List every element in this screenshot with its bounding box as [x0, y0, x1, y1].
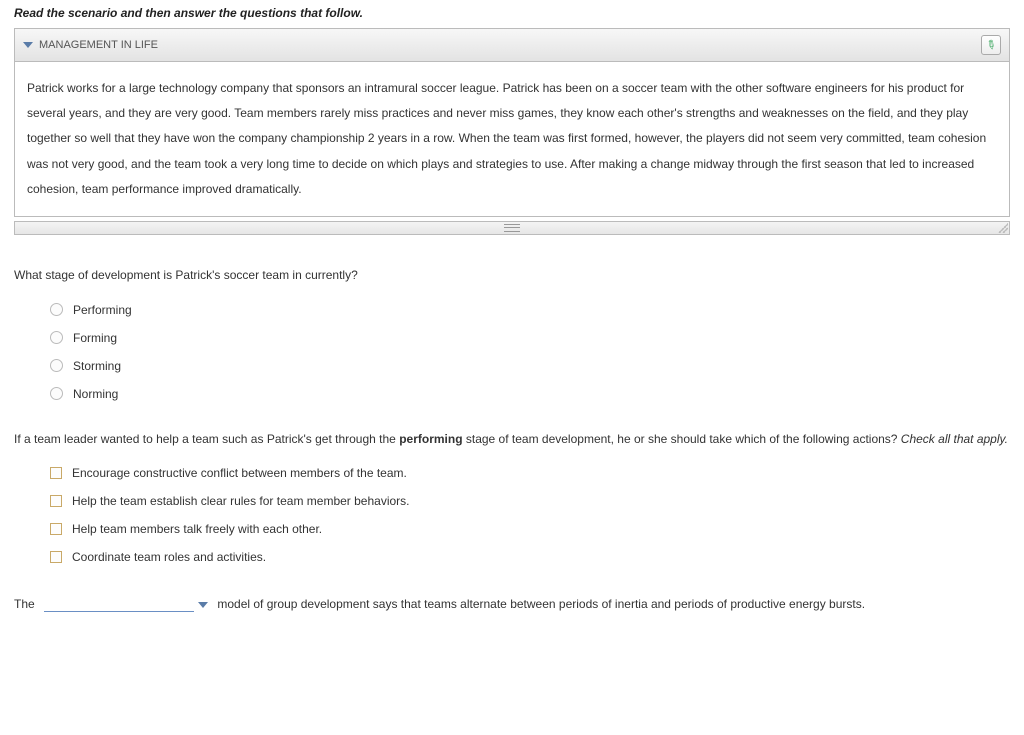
question-1: What stage of development is Patrick's s… — [14, 265, 1010, 401]
option-label: Storming — [73, 359, 121, 373]
resize-corner-icon — [998, 223, 1008, 233]
radio-input[interactable] — [50, 303, 63, 316]
drag-handle-icon — [504, 224, 520, 232]
option-label: Coordinate team roles and activities. — [72, 550, 266, 564]
panel-header[interactable]: MANAGEMENT IN LIFE ✎ — [15, 29, 1009, 62]
instructions-text: Read the scenario and then answer the qu… — [14, 0, 1010, 28]
radio-input[interactable] — [50, 387, 63, 400]
q2-option-0[interactable]: Encourage constructive conflict between … — [50, 466, 1010, 480]
dropdown-icon[interactable] — [198, 602, 208, 608]
question-2-text: If a team leader wanted to help a team s… — [14, 429, 1010, 451]
q1-option-performing[interactable]: Performing — [50, 303, 1010, 317]
q3-post: model of group development says that tea… — [217, 597, 865, 611]
blank-input[interactable] — [44, 598, 194, 612]
option-label: Encourage constructive conflict between … — [72, 466, 407, 480]
option-label: Norming — [73, 387, 118, 401]
question-2-options: Encourage constructive conflict between … — [14, 466, 1010, 564]
q1-option-forming[interactable]: Forming — [50, 331, 1010, 345]
q2-option-3[interactable]: Coordinate team roles and activities. — [50, 550, 1010, 564]
q3-pre: The — [14, 597, 38, 611]
question-1-options: Performing Forming Storming Norming — [14, 303, 1010, 401]
collapse-icon[interactable] — [23, 42, 33, 48]
scenario-panel: MANAGEMENT IN LIFE ✎ Patrick works for a… — [14, 28, 1010, 217]
panel-title: MANAGEMENT IN LIFE — [39, 39, 158, 51]
q2-option-2[interactable]: Help team members talk freely with each … — [50, 522, 1010, 536]
q1-option-norming[interactable]: Norming — [50, 387, 1010, 401]
radio-input[interactable] — [50, 331, 63, 344]
q2-bold-word: performing — [399, 432, 462, 446]
q2-hint: Check all that apply. — [901, 432, 1008, 446]
option-label: Help the team establish clear rules for … — [72, 494, 409, 508]
q1-option-storming[interactable]: Storming — [50, 359, 1010, 373]
question-2: If a team leader wanted to help a team s… — [14, 429, 1010, 565]
resize-bar[interactable] — [14, 221, 1010, 235]
question-1-text: What stage of development is Patrick's s… — [14, 265, 1010, 287]
scenario-text: Patrick works for a large technology com… — [15, 62, 1009, 216]
checkbox-input[interactable] — [50, 467, 62, 479]
option-label: Help team members talk freely with each … — [72, 522, 322, 536]
q2-option-1[interactable]: Help the team establish clear rules for … — [50, 494, 1010, 508]
option-label: Performing — [73, 303, 132, 317]
checkbox-input[interactable] — [50, 495, 62, 507]
checkbox-input[interactable] — [50, 551, 62, 563]
pin-button[interactable]: ✎ — [981, 35, 1001, 55]
checkbox-input[interactable] — [50, 523, 62, 535]
pin-icon: ✎ — [983, 36, 999, 53]
question-3: The model of group development says that… — [14, 592, 1010, 616]
radio-input[interactable] — [50, 359, 63, 372]
option-label: Forming — [73, 331, 117, 345]
